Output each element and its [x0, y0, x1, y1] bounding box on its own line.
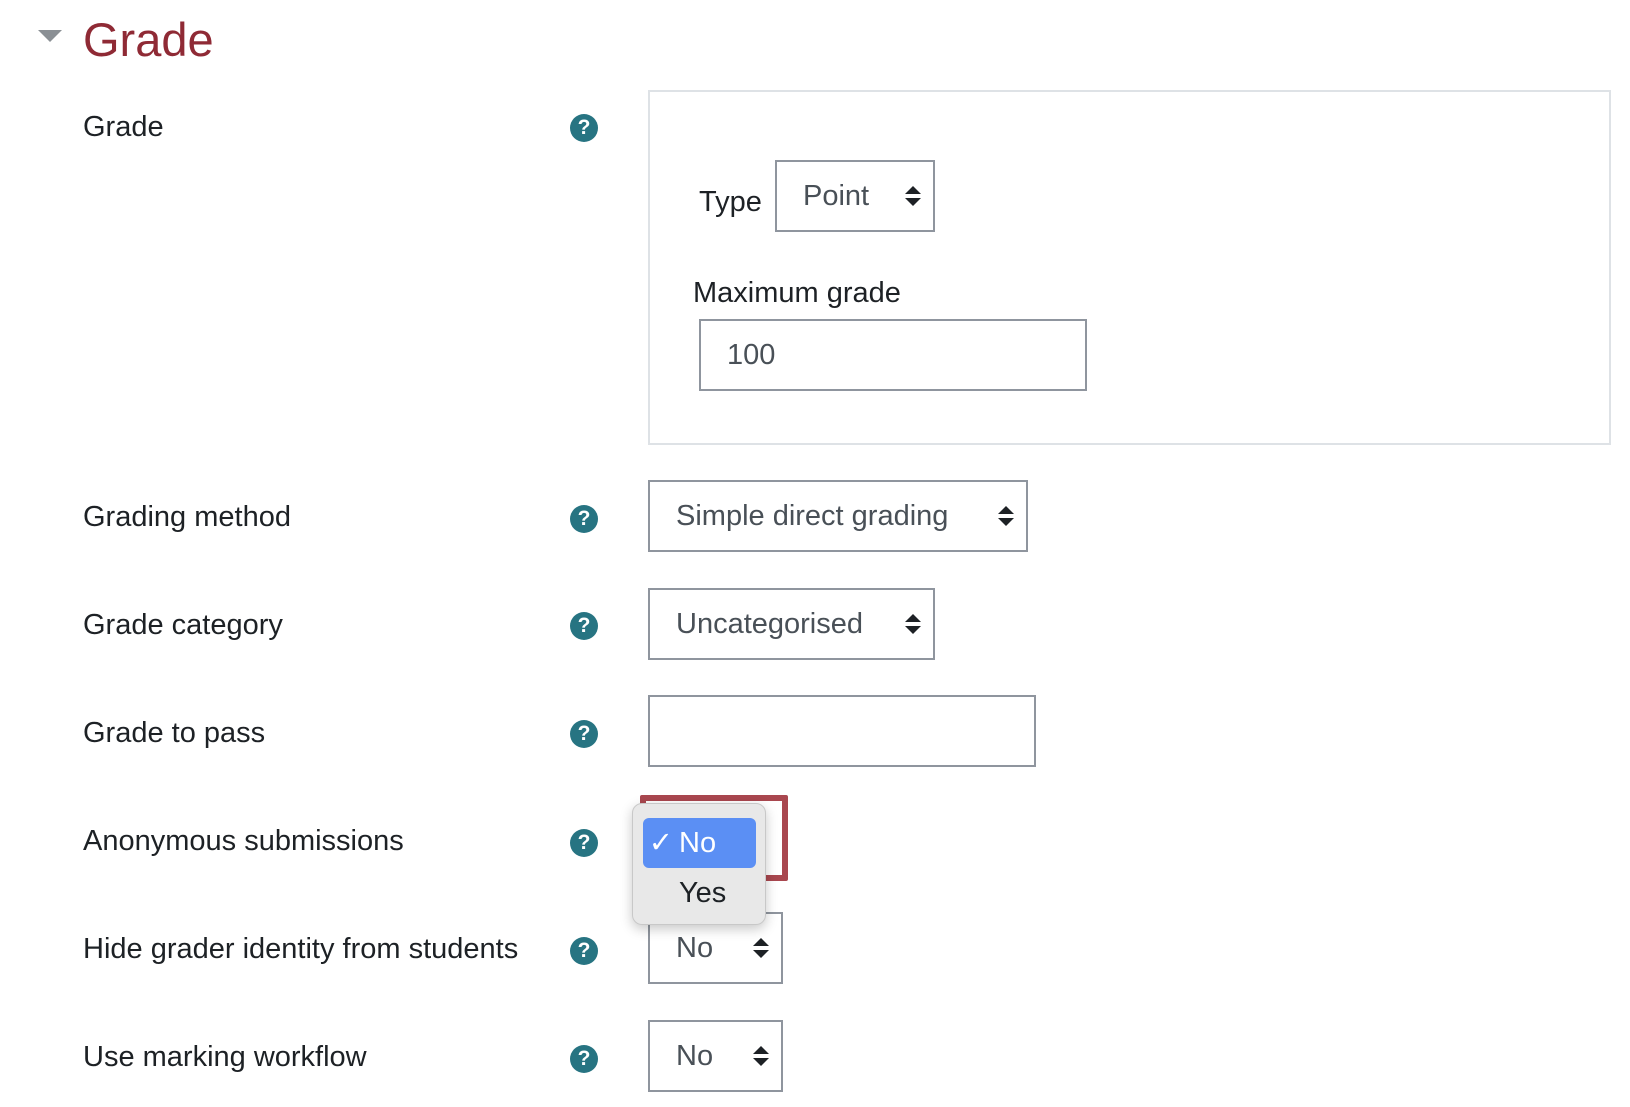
section-title[interactable]: Grade: [83, 10, 214, 70]
marking-workflow-label: Use marking workflow: [83, 1041, 367, 1073]
hide-grader-help-icon[interactable]: ?: [570, 937, 598, 965]
marking-workflow-help-icon[interactable]: ?: [570, 1045, 598, 1073]
grade-category-label: Grade category: [83, 609, 283, 641]
collapse-toggle-icon[interactable]: [38, 30, 62, 42]
select-arrows-icon: [986, 506, 1026, 526]
option-label: Yes: [679, 877, 727, 909]
grade-to-pass-label: Grade to pass: [83, 717, 266, 749]
select-arrows-icon: [893, 186, 933, 206]
grade-category-help-icon[interactable]: ?: [570, 612, 598, 640]
marking-workflow-select[interactable]: No: [648, 1020, 783, 1092]
option-label: No: [679, 827, 717, 859]
grading-method-help-icon[interactable]: ?: [570, 505, 598, 533]
anonymous-submissions-help-icon[interactable]: ?: [570, 829, 598, 857]
grade-type-value: Point: [803, 179, 870, 212]
hide-grader-label: Hide grader identity from students: [83, 933, 519, 965]
grade-category-value: Uncategorised: [676, 607, 863, 640]
grade-to-pass-input[interactable]: [648, 695, 1036, 767]
grade-help-icon[interactable]: ?: [570, 114, 598, 142]
grade-label: Grade: [83, 111, 164, 143]
grade-category-select[interactable]: Uncategorised: [648, 588, 935, 660]
grading-method-label: Grading method: [83, 501, 291, 533]
maximum-grade-input[interactable]: 100: [699, 319, 1087, 391]
checkmark-icon: ✓: [648, 827, 673, 859]
grade-fieldset: Type Point Maximum grade 100: [648, 90, 1611, 445]
dropdown-option-yes[interactable]: Yes: [643, 868, 756, 918]
anonymous-submissions-dropdown: ✓ No Yes: [632, 803, 766, 925]
marking-workflow-value: No: [676, 1039, 714, 1072]
maximum-grade-label: Maximum grade: [693, 277, 901, 309]
select-arrows-icon: [741, 938, 781, 958]
select-arrows-icon: [893, 614, 933, 634]
grading-method-select[interactable]: Simple direct grading: [648, 480, 1028, 552]
select-arrows-icon: [741, 1046, 781, 1066]
anonymous-submissions-label: Anonymous submissions: [83, 825, 404, 857]
type-label: Type: [699, 186, 762, 218]
grade-type-select[interactable]: Point: [775, 160, 935, 232]
grading-method-value: Simple direct grading: [676, 499, 949, 532]
hide-grader-value: No: [676, 931, 714, 964]
grade-to-pass-help-icon[interactable]: ?: [570, 720, 598, 748]
dropdown-option-no[interactable]: ✓ No: [643, 818, 756, 868]
